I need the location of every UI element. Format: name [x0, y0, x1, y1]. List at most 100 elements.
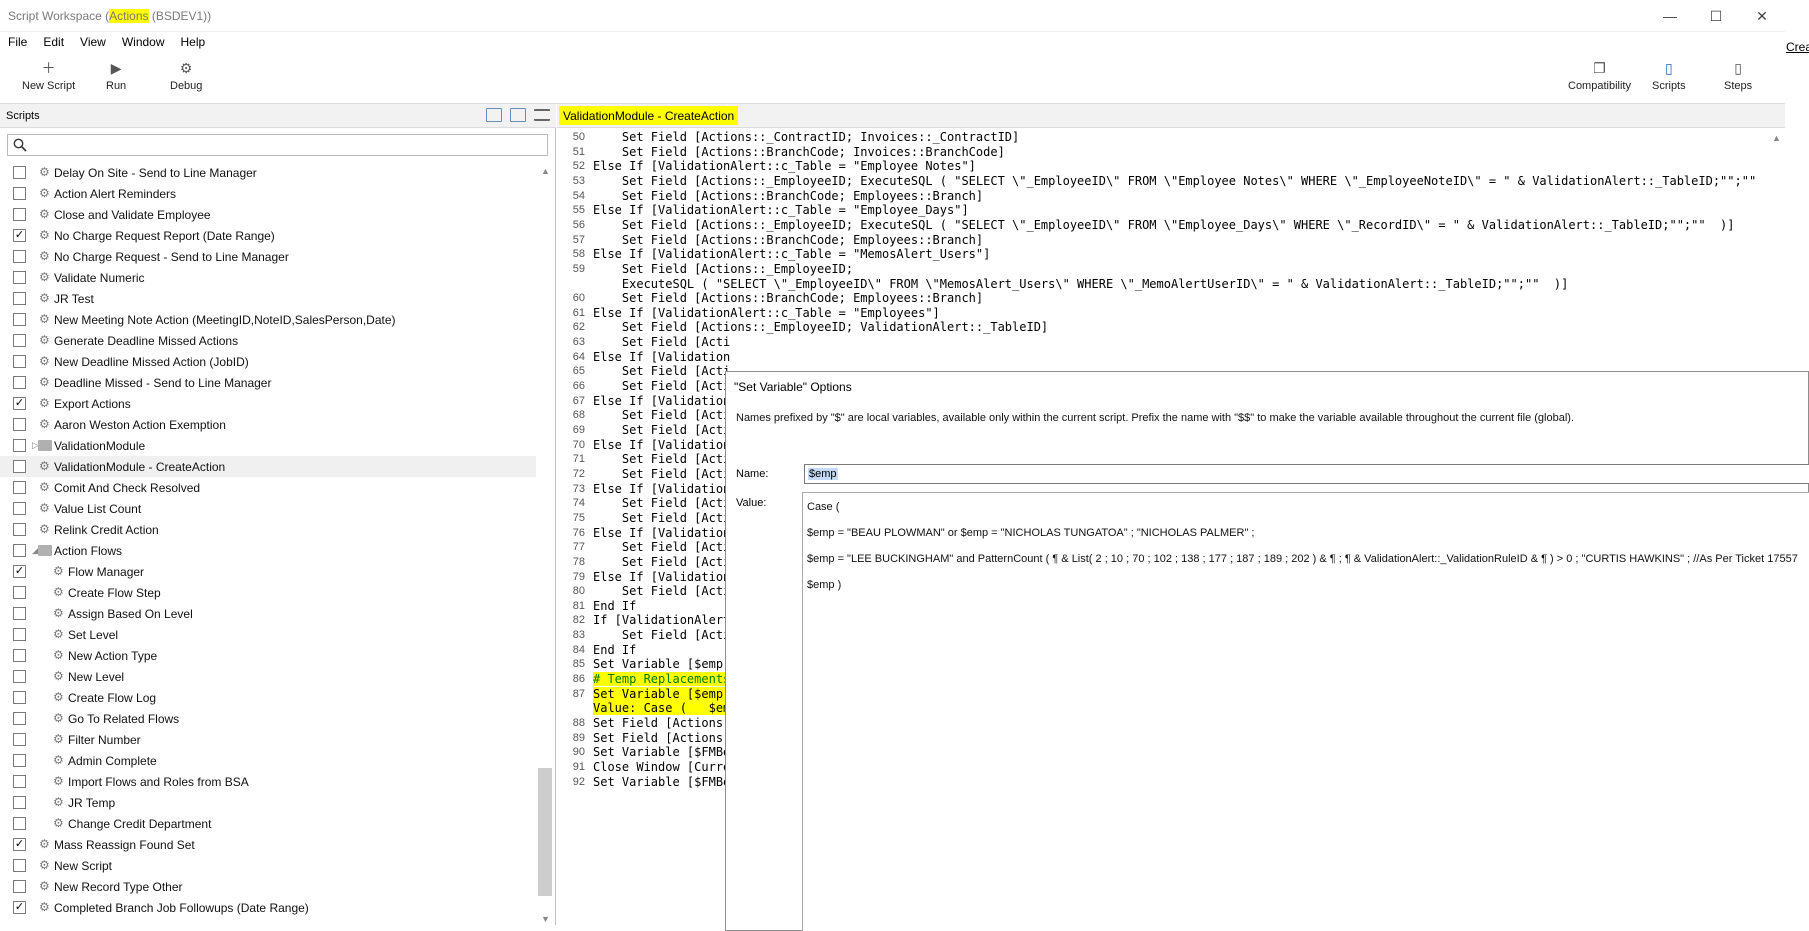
script-row[interactable]: ⚙ Validate Numeric	[0, 267, 536, 288]
scripts-scrollbar[interactable]: ▲ ▼	[536, 162, 554, 924]
script-checkbox[interactable]	[13, 733, 26, 746]
value-line[interactable]: $emp = "LEE BUCKINGHAM" and PatternCount…	[807, 553, 1798, 565]
script-row[interactable]: ✓ ⚙ No Charge Request Report (Date Range)	[0, 225, 536, 246]
scrollbar-thumb[interactable]	[538, 768, 552, 896]
menu-help[interactable]: Help	[173, 35, 214, 49]
script-checkbox[interactable]	[13, 607, 26, 620]
script-checkbox[interactable]	[13, 817, 26, 830]
editor-scroll-up-icon[interactable]: ▲	[1772, 133, 1781, 143]
new-script-icon[interactable]	[486, 108, 502, 122]
name-field[interactable]: $emp	[804, 464, 1809, 484]
minimize-button[interactable]: —	[1647, 0, 1693, 32]
value-line[interactable]: $emp = "BEAU PLOWMAN" or $emp = "NICHOLA…	[807, 527, 1254, 539]
script-checkbox[interactable]	[13, 418, 26, 431]
script-row[interactable]: ⚙ JR Test	[0, 288, 536, 309]
script-row[interactable]: ⚙ New Record Type Other	[0, 876, 536, 897]
script-row[interactable]: ⚙ Action Alert Reminders	[0, 183, 536, 204]
editor-tab-title[interactable]: ValidationModule - CreateAction	[559, 106, 739, 125]
run-button[interactable]: ▶ Run	[106, 60, 126, 92]
script-row[interactable]: ✓ ⚙ Mass Reassign Found Set	[0, 834, 536, 855]
menu-view[interactable]: View	[72, 35, 114, 49]
script-row[interactable]: ⚙ Change Credit Department	[0, 813, 536, 834]
new-folder-icon[interactable]	[510, 108, 526, 122]
script-checkbox[interactable]	[13, 481, 26, 494]
script-row[interactable]: ⚙ Aaron Weston Action Exemption	[0, 414, 536, 435]
script-row[interactable]: ⚙ No Charge Request - Send to Line Manage…	[0, 246, 536, 267]
menu-file[interactable]: File	[0, 35, 35, 49]
value-line[interactable]: Case (	[807, 501, 839, 513]
script-search[interactable]	[7, 134, 548, 156]
script-checkbox[interactable]	[13, 166, 26, 179]
script-row[interactable]: ⚙ Close and Validate Employee	[0, 204, 536, 225]
name-value[interactable]: $emp	[808, 468, 838, 480]
script-row[interactable]: ⚙ Go To Related Flows	[0, 708, 536, 729]
menu-edit[interactable]: Edit	[35, 35, 72, 49]
scroll-up-icon[interactable]: ▲	[541, 166, 550, 176]
script-row[interactable]: ⚙ New Action Type	[0, 645, 536, 666]
script-checkbox[interactable]	[13, 439, 26, 452]
script-row[interactable]: ⚙ Admin Complete	[0, 750, 536, 771]
close-button[interactable]: ✕	[1739, 0, 1785, 32]
script-checkbox[interactable]: ✓	[13, 565, 26, 578]
script-checkbox[interactable]	[13, 460, 26, 473]
debug-button[interactable]: ⚙ Debug	[170, 60, 202, 92]
script-row[interactable]: ⚙ Generate Deadline Missed Actions	[0, 330, 536, 351]
script-row[interactable]: ⚙ Relink Credit Action	[0, 519, 536, 540]
new-script-button[interactable]: ＋ New Script	[22, 60, 75, 92]
script-row[interactable]: ⚙ Set Level	[0, 624, 536, 645]
script-row[interactable]: ⚙ ValidationModule - CreateAction	[0, 456, 536, 477]
script-row[interactable]: ⚙ New Script	[0, 855, 536, 876]
script-checkbox[interactable]	[13, 187, 26, 200]
script-checkbox[interactable]	[13, 649, 26, 662]
script-checkbox[interactable]	[13, 775, 26, 788]
script-checkbox[interactable]	[13, 880, 26, 893]
compatibility-button[interactable]: ❐ Compatibility	[1568, 60, 1631, 92]
script-row[interactable]: ⚙ JR Temp	[0, 792, 536, 813]
search-input[interactable]	[32, 137, 542, 153]
script-checkbox[interactable]	[13, 586, 26, 599]
script-row[interactable]: ⚙ New Level	[0, 666, 536, 687]
script-checkbox[interactable]	[13, 670, 26, 683]
script-checkbox[interactable]: ✓	[13, 838, 26, 851]
menu-window[interactable]: Window	[114, 35, 173, 49]
script-checkbox[interactable]	[13, 628, 26, 641]
script-row[interactable]: ⚙ New Meeting Note Action (MeetingID,Note…	[0, 309, 536, 330]
script-row[interactable]: ⚙ Comit And Check Resolved	[0, 477, 536, 498]
script-folder-row[interactable]: ▷ ValidationModule	[0, 435, 536, 456]
script-row[interactable]: ⚙ Create Flow Log	[0, 687, 536, 708]
script-row[interactable]: ✓ ⚙ Flow Manager	[0, 561, 536, 582]
script-checkbox[interactable]	[13, 712, 26, 725]
script-checkbox[interactable]	[13, 292, 26, 305]
script-row[interactable]: ⚙ Value List Count	[0, 498, 536, 519]
script-checkbox[interactable]	[13, 796, 26, 809]
script-checkbox[interactable]	[13, 271, 26, 284]
script-checkbox[interactable]: ✓	[13, 229, 26, 242]
scroll-down-icon[interactable]: ▼	[541, 914, 550, 924]
script-checkbox[interactable]	[13, 691, 26, 704]
steps-toggle-button[interactable]: ▯ Steps	[1724, 60, 1752, 92]
background-window-text[interactable]: Crea	[1786, 40, 1809, 54]
script-row[interactable]: ✓ ⚙ Export Actions	[0, 393, 536, 414]
menu-icon[interactable]	[534, 109, 550, 121]
script-row[interactable]: ⚙ New Deadline Missed Action (JobID)	[0, 351, 536, 372]
script-checkbox[interactable]	[13, 523, 26, 536]
script-checkbox[interactable]	[13, 250, 26, 263]
script-checkbox[interactable]	[13, 376, 26, 389]
scripts-toggle-button[interactable]: ▯ Scripts	[1652, 60, 1686, 92]
script-checkbox[interactable]: ✓	[13, 901, 26, 914]
script-row[interactable]: ⚙ Deadline Missed - Send to Line Manager	[0, 372, 536, 393]
script-row[interactable]: ⚙ Filter Number	[0, 729, 536, 750]
script-row[interactable]: ⚙ Delay On Site - Send to Line Manager	[0, 162, 536, 183]
script-checkbox[interactable]: ✓	[13, 397, 26, 410]
script-row[interactable]: ⚙ Create Flow Step	[0, 582, 536, 603]
script-row[interactable]: ✓ ⚙ Completed Branch Job Followups (Date R…	[0, 897, 536, 918]
script-checkbox[interactable]	[13, 313, 26, 326]
script-row[interactable]: ⚙ Assign Based On Level	[0, 603, 536, 624]
value-line[interactable]: $emp )	[807, 579, 841, 591]
script-folder-row[interactable]: ◢ Action Flows	[0, 540, 536, 561]
script-row[interactable]: ⚙ Import Flows and Roles from BSA	[0, 771, 536, 792]
maximize-button[interactable]: ☐	[1693, 0, 1739, 32]
script-checkbox[interactable]	[13, 754, 26, 767]
script-checkbox[interactable]	[13, 334, 26, 347]
value-calculation-field[interactable]: Case ( $emp = "BEAU PLOWMAN" or $emp = "…	[802, 492, 1809, 931]
